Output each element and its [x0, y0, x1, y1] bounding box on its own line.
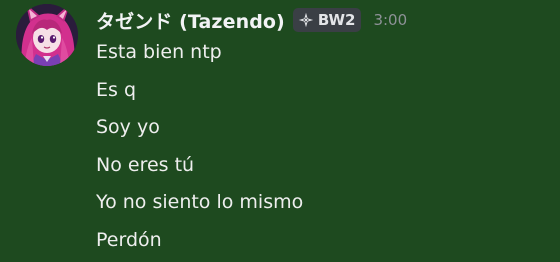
avatar-image [16, 4, 78, 66]
user-avatar[interactable] [16, 4, 78, 66]
clan-tag-label: BW2 [317, 11, 356, 29]
chat-message: タゼンド (Tazendo) BW2 3:00 Esta bien ntp Es… [0, 0, 560, 262]
message-line: Yo no siento lo mismo [96, 191, 304, 213]
message-content: Esta bien ntp Es q Soy yo No eres tú Yo … [96, 37, 303, 262]
username[interactable]: タゼンド (Tazendo) [96, 7, 285, 34]
clan-tag-badge[interactable]: BW2 [292, 8, 362, 32]
sparkle-diamond-icon [298, 12, 314, 28]
message-line: No eres tú [96, 153, 195, 176]
message-line: Perdón [96, 228, 162, 251]
message-timestamp[interactable]: 3:00 [373, 11, 407, 29]
message-line: Es q [96, 78, 137, 101]
message-header: タゼンド (Tazendo) BW2 3:00 [96, 5, 407, 35]
message-line: Esta bien ntp [96, 41, 222, 63]
message-line: Soy yo [96, 116, 160, 138]
